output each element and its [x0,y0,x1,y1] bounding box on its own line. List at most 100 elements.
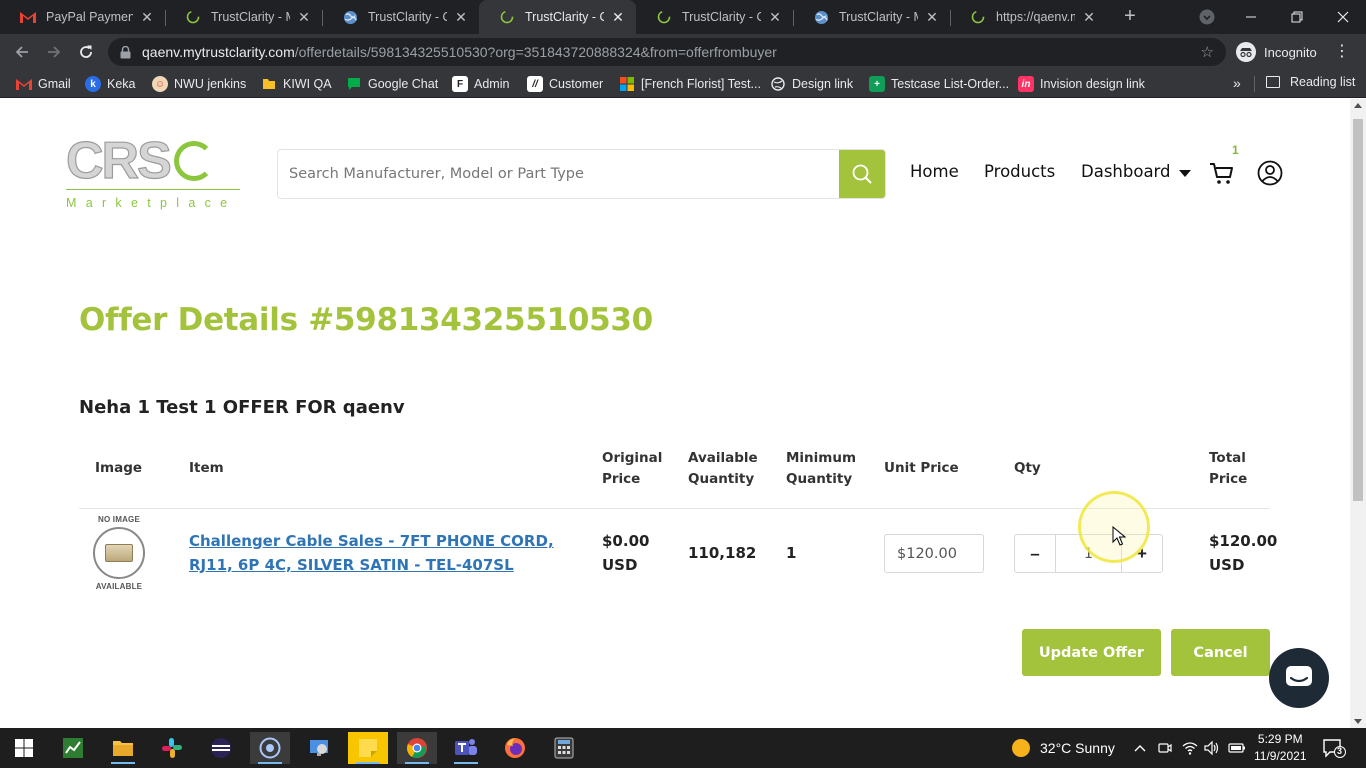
taskbar-chrome[interactable] [397,732,437,764]
restore-button[interactable] [1274,0,1320,34]
chevron-down-icon [1199,9,1215,25]
cart-button[interactable] [1208,159,1236,187]
arrow-right-icon [48,46,61,58]
notification-icon [1323,739,1346,758]
browser-menu-icon[interactable]: ⋮ [1334,42,1350,62]
chat-launcher-button[interactable] [1269,648,1329,708]
update-offer-button[interactable]: Update Offer [1022,629,1161,676]
close-tab-icon[interactable]: ✕ [296,9,312,25]
cart-count-badge: 1 [1232,143,1239,157]
bookmarks-overflow-button[interactable]: » [1233,75,1241,91]
bookmark-kiwi-qa[interactable]: KIWI QA [261,75,332,93]
back-button[interactable] [8,38,36,66]
site-logo[interactable]: CRS Marketplace [65,134,246,213]
taskbar-calculator[interactable] [544,732,584,764]
bookmark-testcase-list[interactable]: + Testcase List-Order... [869,75,1009,93]
bookmark-french-florist[interactable]: [French Florist] Test... [619,75,761,93]
bookmark-keka[interactable]: k Keka [85,75,136,93]
bookmark-star-icon[interactable]: ☆ [1201,43,1214,61]
new-tab-button[interactable]: + [1118,4,1142,28]
scroll-up-icon[interactable] [1354,103,1362,108]
bookmark-nwu-jenkins[interactable]: ☺ NWU jenkins [152,75,246,93]
taskbar-file-explorer[interactable] [103,732,143,764]
customer-icon: // [527,76,543,92]
scrollbar-thumb[interactable] [1353,119,1363,501]
nav-products[interactable]: Products [984,162,1055,181]
windows-icon [619,76,635,92]
reading-list-button[interactable]: Reading list [1266,75,1355,89]
close-tab-icon[interactable]: ✕ [1081,9,1097,25]
unit-price-input[interactable] [884,534,984,573]
column-header-qty: Qty [1014,460,1041,476]
browser-tab[interactable]: TrustClarity - My ✕ [793,0,950,34]
forward-button[interactable] [40,38,68,66]
bookmark-gmail[interactable]: Gmail [16,75,71,93]
browser-tab[interactable]: TrustClarity - My ✕ [165,0,322,34]
browser-tab[interactable]: TrustClarity - Offe ✕ [322,0,479,34]
browser-tab[interactable]: TrustClarity - Ord ✕ [636,0,793,34]
nav-home[interactable]: Home [910,162,959,181]
gmail-icon [16,76,32,92]
offer-name: Neha 1 Test 1 OFFER FOR qaenv [79,397,405,418]
search-input[interactable] [278,150,839,198]
browser-tab[interactable]: https://qaenv.my ✕ [950,0,1107,34]
slack-icon [162,738,182,758]
notification-count-badge: 3 [1337,746,1343,756]
system-clock[interactable]: 5:29 PM 11/9/2021 [1254,731,1307,765]
taskbar-app-monitor[interactable] [53,732,93,764]
weather-widget[interactable]: 32°C Sunny [1012,728,1115,768]
close-tab-icon[interactable]: ✕ [139,9,155,25]
jenkins-icon: ☺ [152,76,168,92]
qty-decrement-button[interactable]: – [1015,535,1056,572]
item-link[interactable]: Challenger Cable Sales - 7FT PHONE CORD,… [189,529,559,577]
close-tab-icon[interactable]: ✕ [767,9,783,25]
bookmark-customer[interactable]: // Customer [527,75,603,93]
close-tab-icon[interactable]: ✕ [924,9,940,25]
nav-dashboard[interactable]: Dashboard [1081,162,1171,181]
volume-icon[interactable] [1204,728,1220,768]
taskbar-eclipse[interactable] [201,732,241,764]
incognito-profile-button[interactable]: Incognito [1236,38,1317,66]
browser-tab-active[interactable]: TrustClarity - Offe ✕ [479,0,636,34]
close-window-button[interactable] [1320,0,1366,34]
search-button[interactable] [839,150,885,198]
cancel-button[interactable]: Cancel [1171,629,1270,676]
account-button[interactable] [1257,160,1283,186]
box-icon [93,527,145,579]
search-icon [852,164,872,184]
loading-icon [185,9,201,25]
notification-center-button[interactable]: 3 [1322,738,1346,758]
tray-overflow-icon[interactable] [1134,728,1146,768]
start-button[interactable] [4,732,44,764]
gmail-icon [20,9,36,25]
taskbar-firefox[interactable] [495,732,535,764]
bookmark-design-link[interactable]: Design link [770,75,853,93]
chevron-down-icon[interactable] [1179,170,1191,177]
address-bar[interactable]: qaenv.mytrustclarity.com/offerdetails/59… [108,38,1226,66]
recycle-swoosh-icon [173,141,214,181]
invision-icon: in [1018,76,1034,92]
battery-icon[interactable] [1228,728,1246,768]
browser-tab[interactable]: PayPal Payment In ✕ [0,0,165,34]
close-tab-icon[interactable]: ✕ [610,9,626,25]
reload-button[interactable] [72,38,100,66]
bookmark-invision[interactable]: in Invision design link [1018,75,1145,93]
taskbar-sticky-notes[interactable] [348,732,388,764]
page-scrollbar[interactable] [1350,99,1366,728]
chrome-icon [407,738,427,758]
taskbar-teams[interactable] [446,732,486,764]
tab-search-button[interactable] [1184,0,1230,34]
minimize-button[interactable] [1228,0,1274,34]
scroll-down-icon[interactable] [1354,719,1362,724]
bookmark-admin[interactable]: F Admin [452,75,509,93]
firefox-icon [505,738,525,758]
bookmark-google-chat[interactable]: Google Chat [346,75,438,93]
close-tab-icon[interactable]: ✕ [453,9,469,25]
network-icon[interactable] [1182,728,1198,768]
meet-now-icon[interactable] [1158,728,1172,768]
taskbar-remote-desktop[interactable] [299,732,339,764]
taskbar-slack[interactable] [152,732,192,764]
admin-icon: F [452,76,468,92]
taskbar-screen-recorder[interactable] [250,732,290,764]
minimum-quantity-value: 1 [786,544,797,562]
